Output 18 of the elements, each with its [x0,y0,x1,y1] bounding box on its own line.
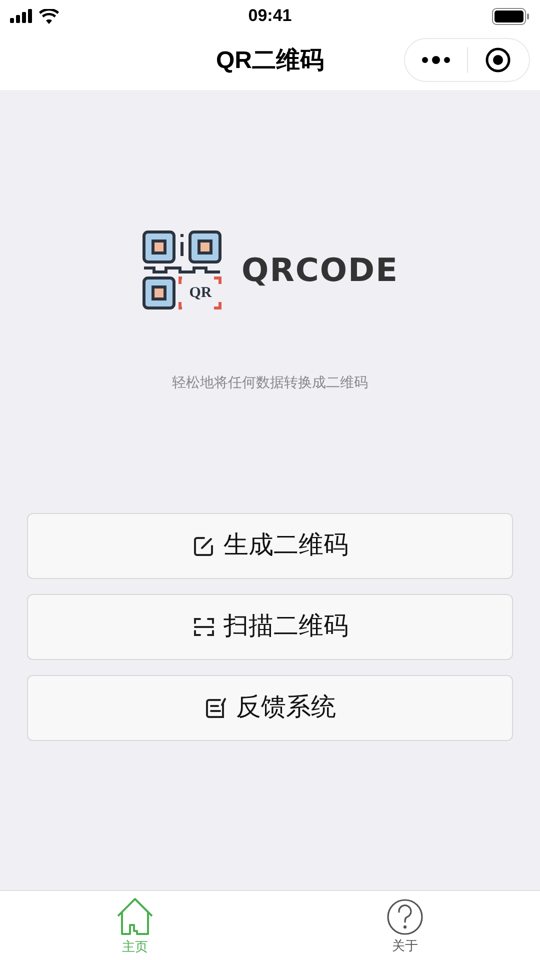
note-icon [204,696,228,720]
target-icon [485,47,512,73]
nav-title: QR二维码 [216,46,324,76]
action-button[interactable]: 扫描二维码 [27,594,513,660]
action-button[interactable]: 反馈系统 [27,675,513,741]
tagline: 轻松地将任何数据转换成二维码 [172,373,368,392]
question-icon [386,898,424,936]
scan-icon [192,615,216,639]
action-button[interactable]: 生成二维码 [27,513,513,579]
edit-icon [192,534,216,558]
signal-icon [10,9,34,23]
tab-item[interactable]: 关于 [270,891,540,960]
status-time: 09:41 [248,5,292,28]
home-icon [116,896,154,937]
battery-icon [492,8,530,24]
logo-wordmark: QRCODE [242,250,398,291]
more-icon [420,56,451,64]
wifi-icon [39,8,59,24]
